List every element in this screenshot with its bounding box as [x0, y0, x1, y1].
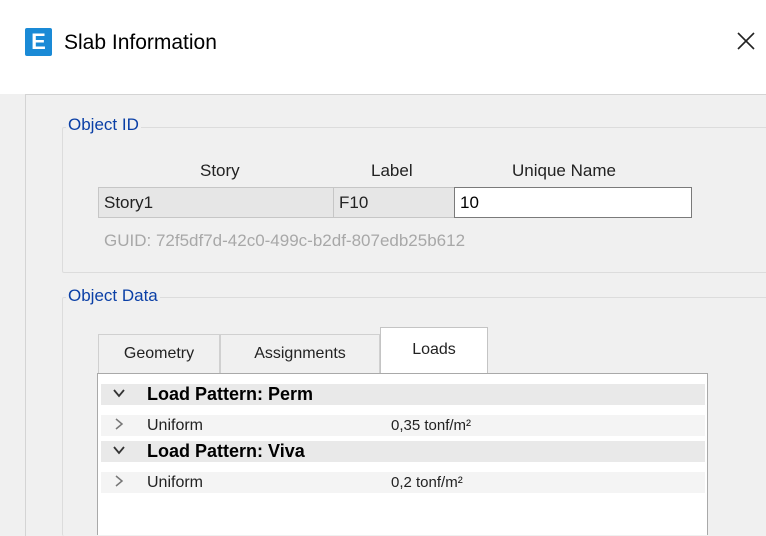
load-pattern-title: Load Pattern: Perm	[147, 384, 314, 404]
load-item-row[interactable]: Uniform 0,35 tonf/m²	[101, 415, 705, 436]
chevron-right-icon[interactable]	[113, 474, 125, 488]
tab-assignments[interactable]: Assignments	[220, 334, 380, 373]
load-item-label: Uniform	[147, 474, 204, 491]
chevron-down-icon[interactable]	[113, 386, 125, 400]
story-column-header: Story	[200, 161, 240, 180]
tab-loads[interactable]: Loads	[380, 327, 488, 373]
label-field: F10	[333, 187, 456, 218]
unique-name-column-header: Unique Name	[512, 161, 616, 180]
object-id-legend: Object ID	[66, 115, 141, 135]
load-item-value: 0,35 tonf/m²	[391, 417, 472, 434]
unique-name-input[interactable]: 10	[454, 187, 692, 218]
close-button[interactable]	[725, 20, 766, 64]
guid-text: GUID: 72f5df7d-42c0-499c-b2df-807edb25b6…	[104, 231, 466, 250]
chevron-right-icon[interactable]	[113, 417, 125, 431]
load-item-value: 0,2 tonf/m²	[391, 474, 463, 491]
load-pattern-viva-row[interactable]: Load Pattern: Viva	[101, 441, 705, 462]
title-bar: E Slab Information	[0, 0, 766, 94]
object-data-legend: Object Data	[66, 286, 160, 306]
chevron-down-icon[interactable]	[113, 443, 125, 457]
story-field: Story1	[98, 187, 335, 218]
etabs-app-icon: E	[25, 28, 52, 56]
load-item-label: Uniform	[147, 417, 204, 434]
load-item-row[interactable]: Uniform 0,2 tonf/m²	[101, 472, 705, 493]
tab-geometry[interactable]: Geometry	[98, 334, 220, 373]
label-column-header: Label	[371, 161, 413, 180]
window-title: Slab Information	[64, 31, 217, 54]
load-pattern-perm-row[interactable]: Load Pattern: Perm	[101, 384, 705, 405]
close-icon	[737, 32, 755, 50]
load-pattern-title: Load Pattern: Viva	[147, 441, 305, 461]
